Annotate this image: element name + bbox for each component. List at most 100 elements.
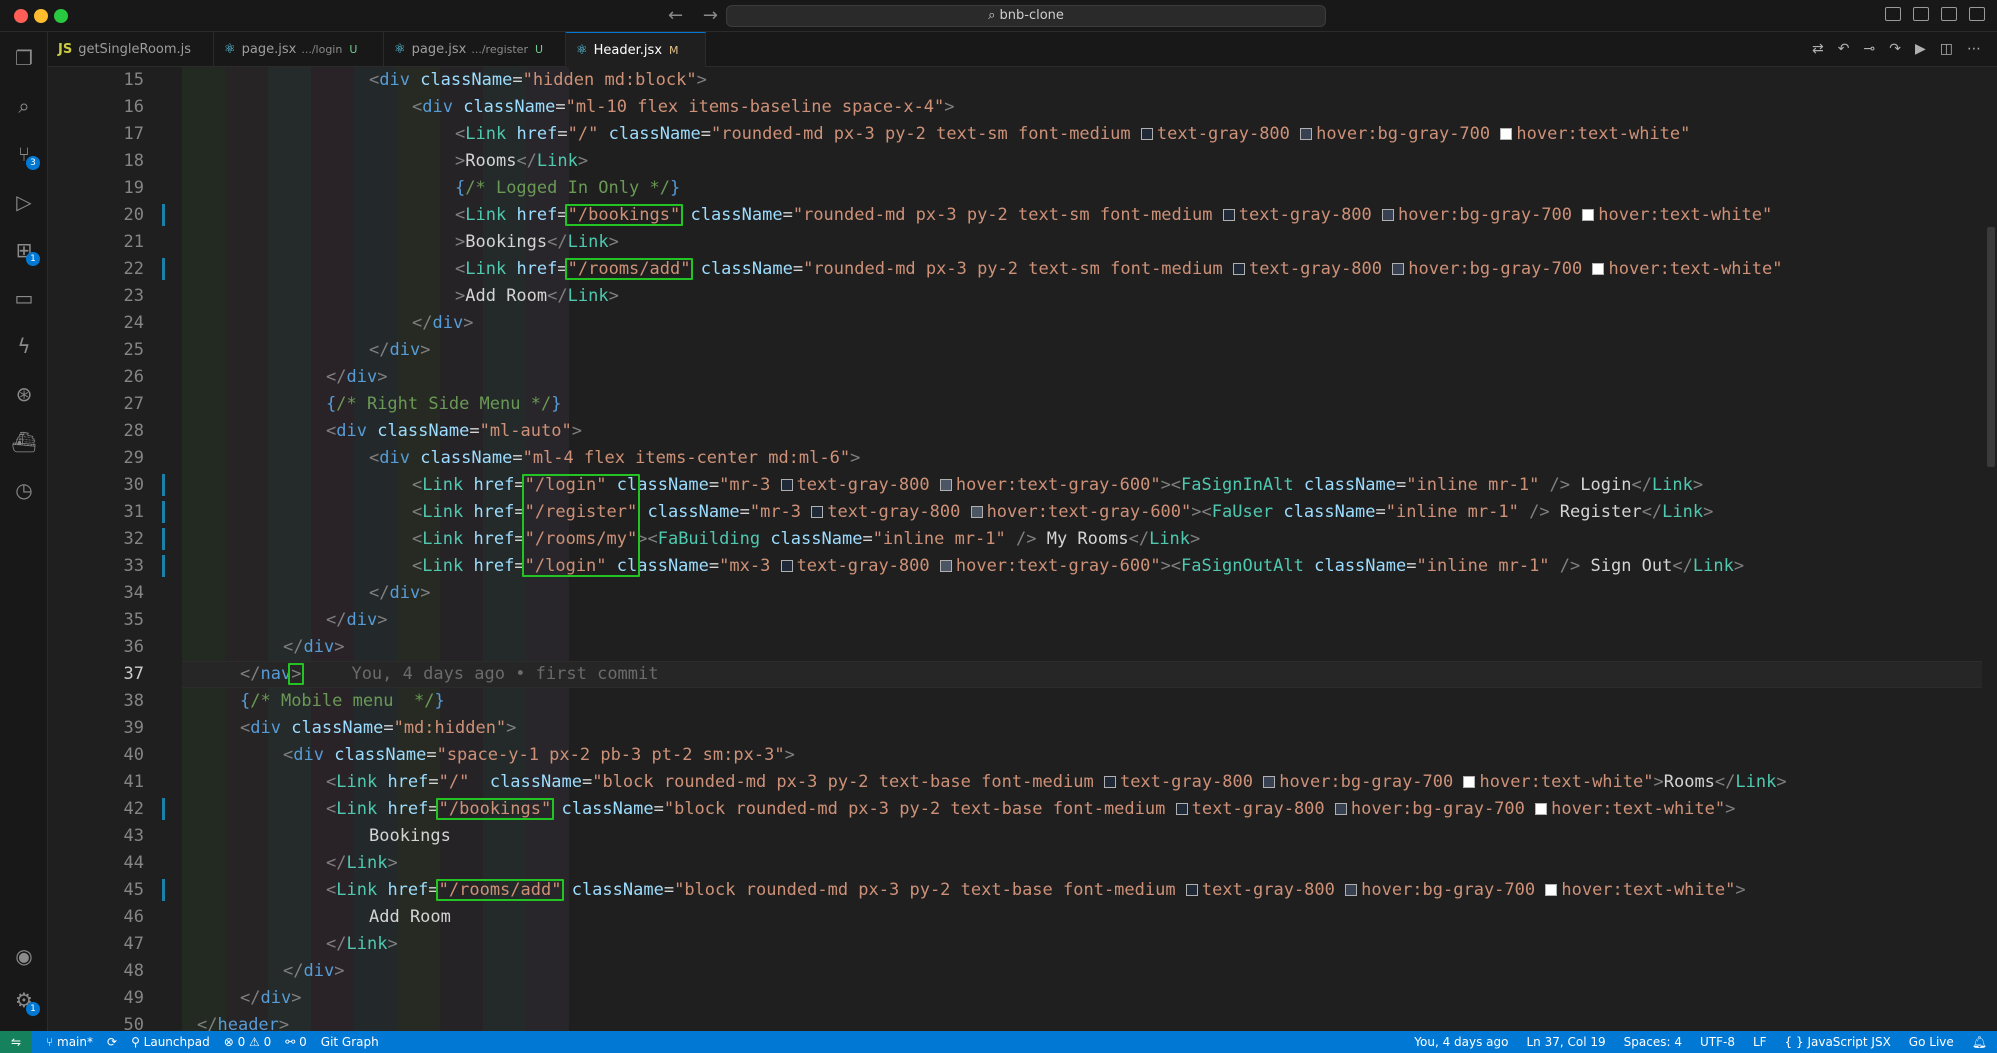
remote-indicator-icon[interactable]: ⇋: [0, 1031, 32, 1053]
problems-indicator[interactable]: ⊗ 0 ⚠ 0: [224, 1035, 272, 1049]
code-token: /* Right Side Menu */: [336, 394, 552, 414]
code-token: <: [412, 502, 423, 522]
code-line: <div className="ml-10 flex items-baselin…: [412, 94, 955, 121]
code-token: header: [217, 1015, 279, 1031]
compare-icon[interactable]: ⇄: [1812, 41, 1824, 57]
code-token: =: [428, 880, 439, 900]
toggle-primary-sidebar-icon[interactable]: [1885, 7, 1901, 21]
code-line: <Link href="/" className="rounded-md px-…: [455, 121, 1690, 148]
code-token: Link: [422, 475, 464, 495]
maximize-window-button[interactable]: [54, 9, 68, 23]
code-token: =: [708, 475, 720, 495]
code-line: <div className="space-y-1 px-2 pb-3 pt-2…: [283, 742, 795, 769]
command-center-search[interactable]: ⌕ bnb-clone: [726, 5, 1326, 27]
code-token: "inline mr-1": [1406, 475, 1540, 495]
toggle-panel-icon[interactable]: [1913, 7, 1929, 21]
vertical-scrollbar[interactable]: [1983, 67, 1997, 1031]
code-token: Link: [346, 934, 388, 954]
code-line: </header>: [197, 1012, 289, 1031]
code-token: </: [1631, 475, 1652, 495]
tab-label: page.jsx: [241, 42, 297, 57]
code-token: >: [1703, 502, 1714, 522]
launchpad-button[interactable]: ⚲ Launchpad: [131, 1035, 210, 1049]
sync-icon[interactable]: ⟳: [107, 1035, 117, 1049]
customize-layout-icon[interactable]: [1969, 7, 1985, 21]
language-mode[interactable]: { } JavaScript JSX: [1785, 1035, 1891, 1049]
code-token: "inline mr-1": [1385, 502, 1519, 522]
minimize-window-button[interactable]: [34, 9, 48, 23]
code-token: text-gray-800: [796, 475, 940, 495]
code-lines: <div className="hidden md:block"> <div cl…: [48, 67, 1997, 1031]
docker-icon[interactable]: ⛴: [0, 424, 48, 460]
forward-arrow-icon[interactable]: →: [703, 5, 718, 26]
tab-login-page[interactable]: ⚛ page.jsx .../login U: [214, 32, 384, 67]
run-debug-icon[interactable]: ▷: [0, 184, 48, 220]
explorer-icon[interactable]: ❐: [0, 40, 48, 76]
code-token: Link: [465, 259, 507, 279]
lightning-icon[interactable]: ϟ: [0, 328, 48, 364]
code-line: <div className="hidden md:block">: [369, 67, 707, 94]
code-token: </: [240, 988, 261, 1008]
code-token: <: [455, 259, 466, 279]
extensions-badge: 1: [26, 252, 40, 266]
code-token: href: [506, 124, 558, 144]
accounts-icon[interactable]: ◉: [0, 938, 48, 974]
ports-indicator[interactable]: ⚯ 0: [285, 1035, 307, 1049]
react-file-icon: ⚛: [224, 42, 236, 57]
color-swatch: [1500, 128, 1513, 140]
inline-blame-annotation: You, 4 days ago • first commit: [351, 664, 659, 684]
split-editor-icon[interactable]: ◫: [1940, 41, 1953, 57]
eol-indicator[interactable]: LF: [1753, 1035, 1767, 1049]
encoding-indicator[interactable]: UTF-8: [1700, 1035, 1735, 1049]
scrollbar-thumb[interactable]: [1987, 227, 1995, 467]
code-token: className: [680, 205, 783, 225]
color-swatch: [1382, 209, 1395, 221]
code-token: text-gray-800: [1119, 772, 1264, 792]
back-arrow-icon[interactable]: ←: [668, 5, 683, 26]
git-graph-icon[interactable]: ⊛: [0, 376, 48, 412]
code-token: "/bookings": [567, 205, 681, 225]
tab-header-jsx[interactable]: ⚛ Header.jsx M: [566, 32, 706, 67]
color-swatch: [1185, 884, 1198, 896]
tab-getsingleroom[interactable]: JS getSingleRoom.js: [48, 32, 214, 67]
code-token: hover:text-gray-600": [986, 502, 1192, 522]
code-token: >: [1725, 799, 1736, 819]
history-icon[interactable]: ◷: [0, 472, 48, 508]
code-token: Rooms: [465, 151, 517, 171]
more-actions-icon[interactable]: ⋯: [1967, 41, 1981, 57]
code-token: Link: [1149, 529, 1191, 549]
blame-indicator[interactable]: You, 4 days ago: [1414, 1035, 1508, 1049]
tab-register-page[interactable]: ⚛ page.jsx .../register U: [384, 32, 566, 67]
cursor-position[interactable]: Ln 37, Col 19: [1527, 1035, 1606, 1049]
branch-indicator[interactable]: ⑂ main*: [46, 1035, 93, 1049]
git-graph-button[interactable]: Git Graph: [321, 1035, 379, 1049]
code-token: >: [784, 745, 795, 765]
manage-gear-icon[interactable]: ⚙ 1: [0, 982, 48, 1018]
extensions-icon[interactable]: ⊞ 1: [0, 232, 48, 268]
code-token: Bookings: [465, 232, 548, 252]
color-swatch: [970, 506, 983, 518]
code-token: hover:bg-gray-700: [1408, 259, 1593, 279]
code-token: >: [387, 934, 398, 954]
code-token: text-gray-800: [1248, 259, 1393, 279]
code-token: Link: [1735, 772, 1777, 792]
source-control-icon[interactable]: ⑂ 3: [0, 136, 48, 172]
close-window-button[interactable]: [14, 9, 28, 23]
notifications-bell-icon[interactable]: 🔔︎: [1972, 1035, 1987, 1049]
go-live-button[interactable]: Go Live: [1909, 1035, 1954, 1049]
code-token: Link: [336, 772, 378, 792]
code-line: <Link href="/" className="block rounded-…: [326, 769, 1787, 796]
code-token: <: [412, 475, 423, 495]
code-token: FaSignInAlt: [1181, 475, 1294, 495]
code-editor[interactable]: 15 16 17 18 19 20 21 22 23 24 25 26 27 28 29 30 31 32 33 34…: [48, 67, 1997, 1031]
search-icon[interactable]: ⌕: [0, 88, 48, 124]
run-icon[interactable]: ▶: [1915, 41, 1926, 57]
previous-change-icon[interactable]: ↶: [1838, 41, 1850, 57]
code-token: hover:text-gray-600": [955, 556, 1161, 576]
toggle-secondary-sidebar-icon[interactable]: [1941, 7, 1957, 21]
indentation-indicator[interactable]: Spaces: 4: [1624, 1035, 1682, 1049]
code-token: />: [1518, 502, 1560, 522]
next-change-icon[interactable]: ↷: [1889, 41, 1901, 57]
remote-explorer-icon[interactable]: ▭: [0, 280, 48, 316]
timeline-icon[interactable]: ⊸: [1864, 41, 1876, 57]
